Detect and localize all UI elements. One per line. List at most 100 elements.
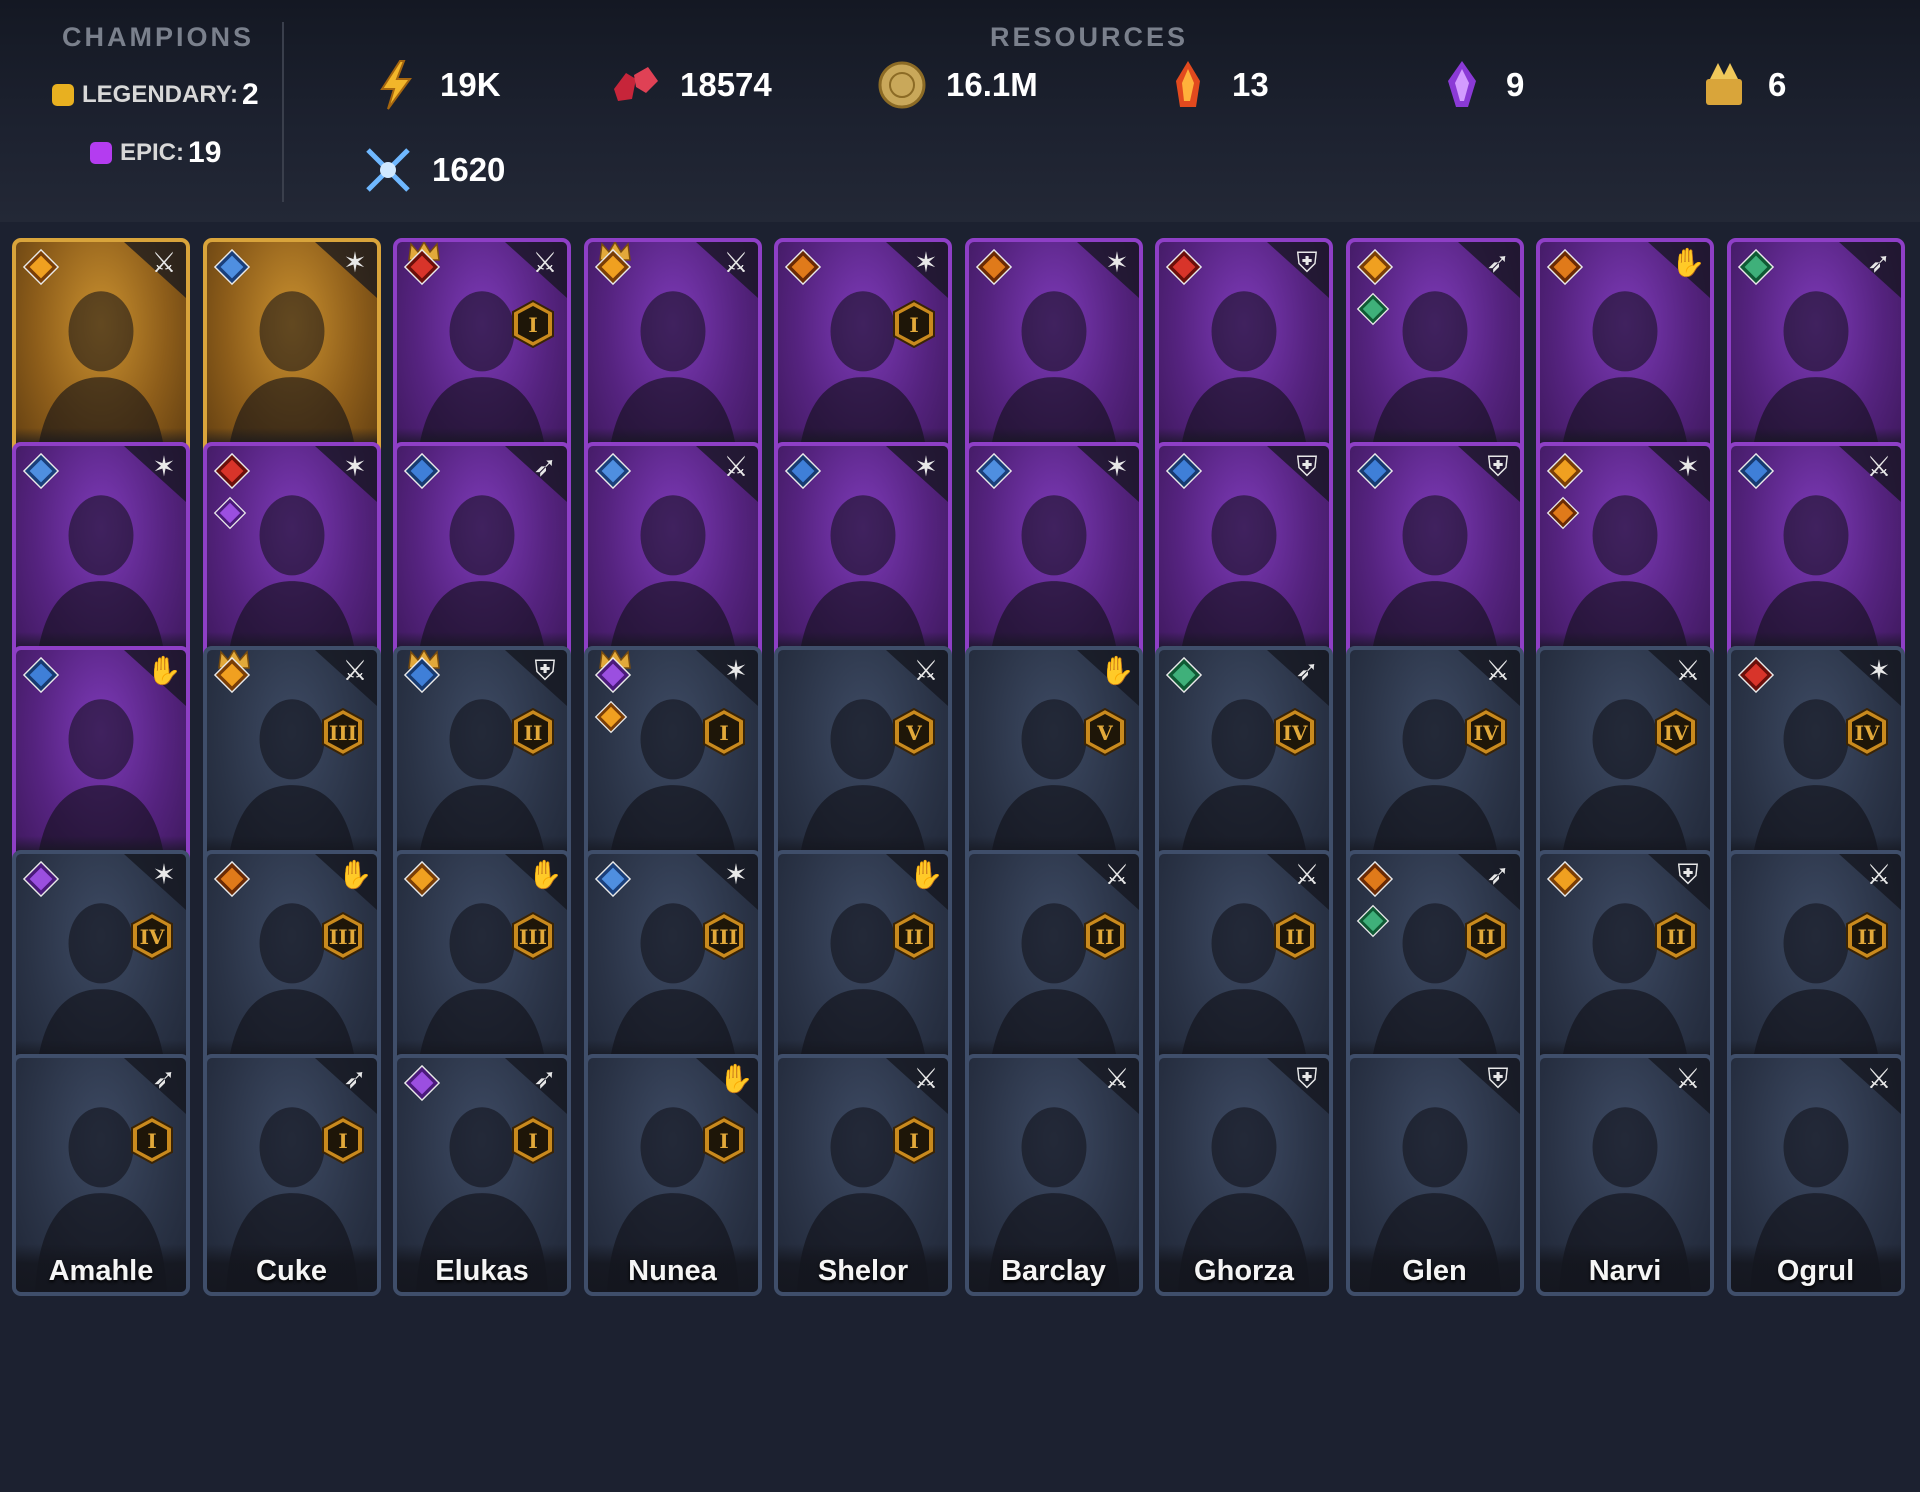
bow-role-icon: ➶ [505,1058,567,1114]
affinity-secondary-icon [1356,904,1389,938]
rank-badge-icon: I [321,1116,364,1164]
shield-role-icon: ⛨ [1267,446,1329,502]
resource-energy: 19K [370,57,501,113]
affinity-icon [975,248,1012,286]
sword-role-icon: ⚔ [886,650,948,706]
champion-card[interactable]: ⛨ Ghorza [1155,1054,1333,1296]
rank-badge-icon: IV [131,912,173,960]
rank-badge-icon: I [893,1116,935,1164]
champion-card[interactable]: ➶ I Elukas [393,1054,571,1296]
svg-text:➶: ➶ [152,1062,175,1095]
staff-role-icon: ✶ [124,854,186,910]
staff-role-icon: ✶ [886,446,948,502]
svg-text:II: II [1286,925,1305,949]
champion-card[interactable]: ⚔ Narvi [1536,1054,1714,1296]
rubies-value: 18574 [680,66,772,103]
crossed-swords-icon [366,148,410,192]
staff-role-icon: ✶ [886,242,948,298]
rank-badge-icon: III [321,912,364,960]
epic-count: 19 [188,136,222,169]
svg-text:➶: ➶ [1486,858,1509,891]
champion-card[interactable]: ⚔ I Shelor [774,1054,952,1296]
hands-role-icon: ✋ [1076,650,1139,706]
svg-text:I: I [528,313,537,337]
affinity-icon [594,860,631,898]
rank-badge-icon: II [1845,912,1888,960]
svg-text:I: I [338,1129,347,1153]
svg-text:✶: ✶ [914,450,937,483]
hands-role-icon: ✋ [1648,242,1710,298]
resource-silver: 16.1M [876,57,1038,113]
svg-text:⚔: ⚔ [723,246,748,279]
affinity-icon [1546,860,1584,898]
affinity-icon [213,656,250,694]
affinity-icon [403,1064,441,1102]
energy-value: 19K [440,66,501,103]
rank-badge-icon: V [893,708,935,756]
svg-text:III: III [328,721,356,745]
champion-card[interactable]: ⚔ Barclay [964,1054,1143,1296]
svg-text:⚔: ⚔ [1104,1062,1129,1095]
rank-badge-icon: II [1274,912,1316,960]
rank-badge-icon: V [1083,708,1126,756]
header-bar: CHAMPIONS LEGENDARY: 2 EPIC: 19 RESOURCE… [0,0,1920,222]
rank-badge-icon: I [131,1116,173,1164]
rank-badge-icon: II [512,708,554,756]
svg-text:✶: ✶ [343,246,366,279]
gold-trophy-value: 6 [1768,66,1787,103]
resource-arena: 1620 [362,142,505,198]
affinity-icon [213,452,250,490]
svg-text:⛨: ⛨ [1677,858,1698,891]
affinity-icon [403,452,441,490]
svg-text:✋: ✋ [1099,654,1134,687]
svg-text:✶: ✶ [1676,450,1699,483]
svg-text:III: III [328,925,356,949]
svg-text:➶: ➶ [343,1062,366,1095]
champion-name: Narvi [1588,1255,1662,1287]
rank-badge-icon: II [1464,912,1507,960]
champion-card[interactable]: ➶ I Cuke [202,1054,381,1296]
svg-text:I: I [909,1129,918,1153]
svg-text:➶: ➶ [1867,246,1890,279]
staff-role-icon: ✶ [1076,242,1139,298]
champion-card[interactable]: ✋ I Nunea [583,1054,762,1296]
svg-text:✶: ✶ [724,654,747,687]
svg-text:✋: ✋ [1671,246,1706,279]
sword-role-icon: ⚔ [1457,650,1520,706]
svg-text:✶: ✶ [724,858,747,891]
bow-role-icon: ➶ [1838,242,1901,298]
champion-name: Nunea [628,1255,717,1287]
sword-role-icon: ⚔ [1076,1058,1139,1114]
champion-card[interactable]: ➶ I Amahle [12,1054,190,1296]
hands-role-icon: ✋ [124,650,186,706]
svg-text:IV: IV [1664,721,1689,745]
affinity-secondary-icon [1546,496,1580,530]
svg-text:✶: ✶ [152,858,175,891]
resource-gold-trophy: 6 [1698,57,1786,113]
sword-role-icon: ⚔ [314,650,377,706]
affinity-icon [594,656,631,694]
sword-role-icon: ⚔ [886,1058,948,1114]
shield-role-icon: ⛨ [1457,446,1520,502]
affinity-secondary-icon [1356,292,1389,326]
staff-role-icon: ✶ [1838,650,1901,706]
bow-role-icon: ➶ [505,446,567,502]
svg-text:⛨: ⛨ [1487,1062,1508,1095]
svg-text:⚔: ⚔ [1866,858,1891,891]
champion-name: Ghorza [1194,1255,1294,1287]
affinity-icon [1737,656,1774,694]
sword-role-icon: ⚔ [1838,446,1901,502]
shield-role-icon: ⛨ [1267,242,1329,298]
svg-text:➶: ➶ [533,1062,556,1095]
svg-text:✶: ✶ [343,450,366,483]
arena-value: 1620 [432,151,506,188]
affinity-icon [403,248,441,286]
svg-text:⚔: ⚔ [913,654,938,687]
champion-card[interactable]: ⛨ Glen [1345,1054,1524,1296]
affinity-icon [22,656,60,694]
hands-role-icon: ✋ [886,854,948,910]
affinity-secondary-icon [594,700,627,734]
staff-role-icon: ✶ [314,446,377,502]
svg-text:⛨: ⛨ [1296,246,1317,279]
champion-card[interactable]: ⚔ Ogrul [1726,1054,1905,1296]
